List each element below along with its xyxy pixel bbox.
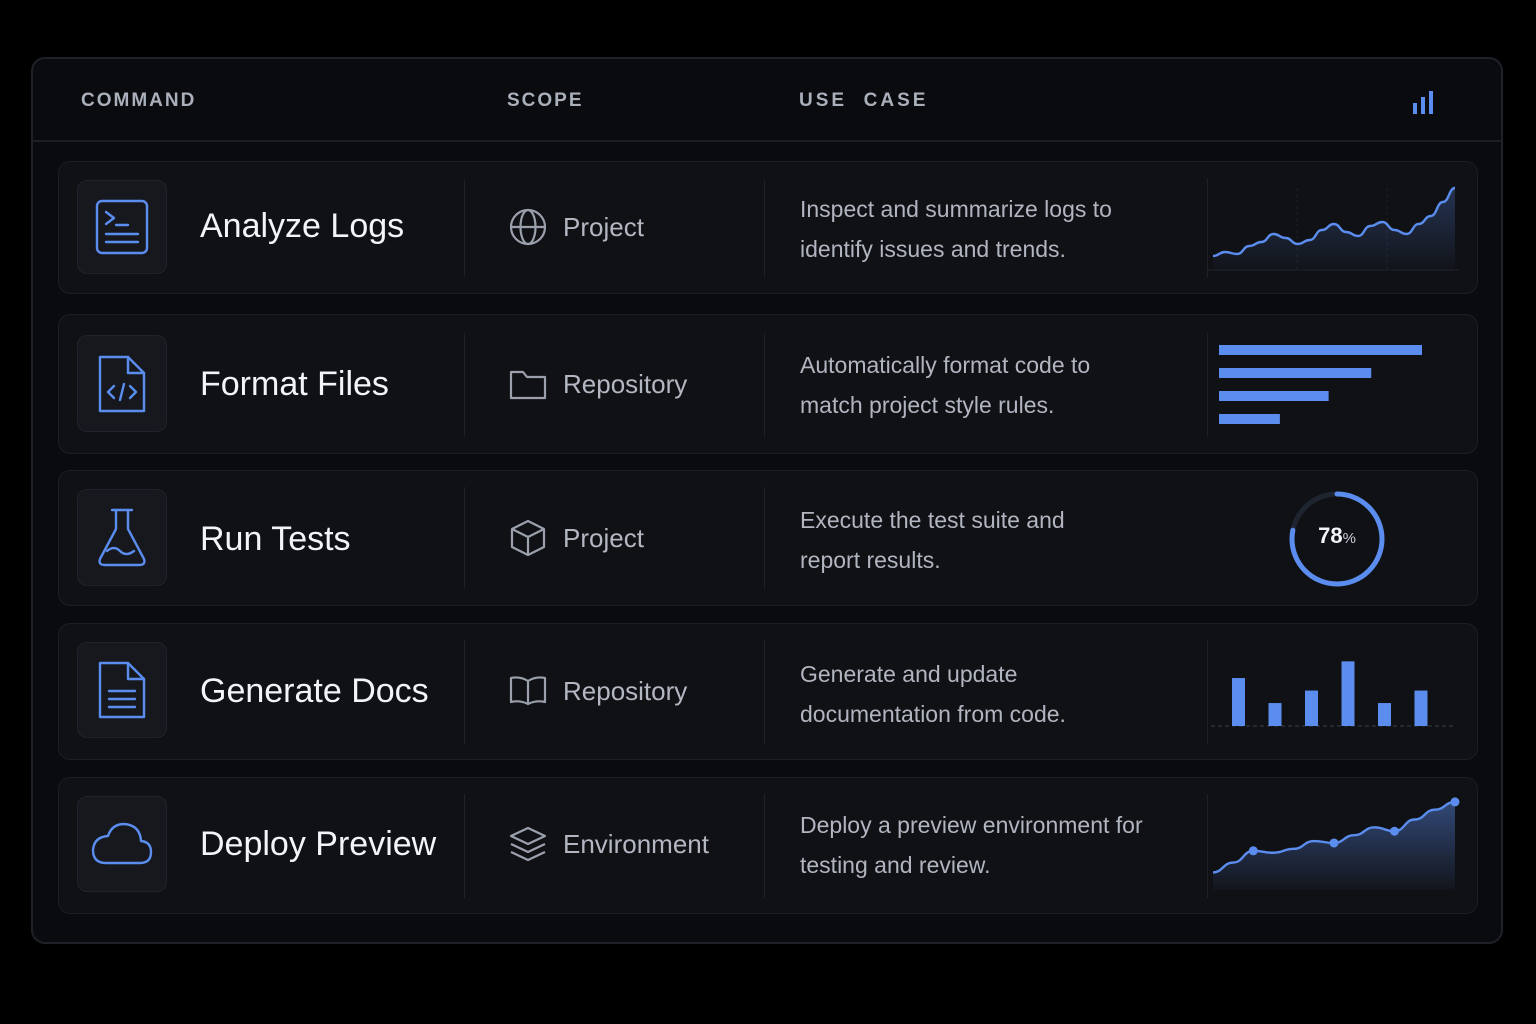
scope-label: Environment	[563, 828, 709, 859]
use-case-line: Generate and update	[800, 661, 1018, 687]
area-chart-point	[1450, 797, 1460, 807]
use-case-line: documentation from code.	[800, 701, 1066, 727]
column-divider	[764, 487, 765, 589]
folder-icon	[509, 365, 547, 403]
vbar-1	[1232, 678, 1245, 726]
cloud-icon	[77, 796, 167, 892]
layers-icon	[509, 825, 547, 863]
use-case-text: Inspect and summarize logs to identify i…	[800, 189, 1170, 269]
code-file-icon	[77, 335, 167, 432]
hbar-2	[1219, 368, 1372, 378]
use-case-text: Deploy a preview environment for testing…	[800, 805, 1190, 885]
vbar-6	[1414, 690, 1428, 726]
scope-cell: Repository	[509, 365, 687, 403]
horizontal-bar-chart	[1207, 333, 1467, 437]
document-icon	[77, 642, 167, 738]
table-row-deploy-preview[interactable]: Deploy Preview Environment Deploy a prev…	[58, 777, 1478, 914]
column-divider	[464, 640, 465, 744]
command-name: Format Files	[200, 365, 389, 403]
table-row-generate-docs[interactable]: Generate Docs Repository Generate and up…	[58, 623, 1478, 760]
use-case-line: Deploy a preview environment for	[800, 812, 1143, 838]
scope-cell: Project	[509, 519, 644, 557]
hbar-3	[1219, 391, 1329, 401]
hbar-4	[1219, 414, 1280, 424]
use-case-text: Generate and update documentation from c…	[800, 654, 1170, 734]
column-divider	[464, 180, 465, 277]
use-case-text: Automatically format code to match proje…	[800, 345, 1170, 425]
vbar-4	[1341, 661, 1355, 726]
scope-cell: Environment	[509, 825, 709, 863]
command-name: Generate Docs	[200, 672, 429, 710]
progress-value: 78	[1318, 523, 1343, 548]
hbar-1	[1219, 345, 1422, 355]
scope-cell: Repository	[509, 672, 687, 710]
command-table: COMMAND SCOPE USE CASE Analyze Logs Proj…	[31, 57, 1503, 944]
scope-label: Repository	[563, 368, 688, 399]
progress-label: 78%	[1207, 523, 1467, 549]
column-divider	[464, 794, 465, 898]
table-header: COMMAND SCOPE USE CASE	[33, 59, 1501, 142]
column-divider	[764, 333, 765, 437]
vertical-bar-chart	[1207, 640, 1467, 744]
command-name: Analyze Logs	[200, 207, 405, 245]
header-use-case: USE CASE	[799, 90, 929, 111]
book-icon	[509, 672, 547, 710]
progress-ring: 78%	[1207, 487, 1467, 591]
use-case-line: Automatically format code to	[800, 352, 1091, 378]
line-chart-area	[1213, 188, 1455, 270]
use-case-line: report results.	[800, 547, 941, 573]
header-scope: SCOPE	[507, 90, 584, 111]
use-case-line: match project style rules.	[800, 392, 1055, 418]
use-case-line: Execute the test suite and	[800, 507, 1065, 533]
column-divider	[764, 180, 765, 277]
progress-unit: %	[1342, 530, 1356, 547]
column-divider	[764, 640, 765, 744]
column-divider	[464, 487, 465, 589]
terminal-file-icon	[77, 180, 167, 274]
scope-label: Repository	[563, 675, 688, 706]
vbar-3	[1305, 690, 1318, 726]
column-divider	[764, 794, 765, 898]
command-name: Deploy Preview	[200, 825, 437, 863]
globe-icon	[509, 208, 547, 246]
line-chart	[1207, 178, 1467, 278]
command-name: Run Tests	[200, 520, 351, 558]
table-row-analyze-logs[interactable]: Analyze Logs Project Inspect and summari…	[58, 161, 1478, 294]
flask-icon	[77, 489, 167, 586]
table-row-format-files[interactable]: Format Files Repository Automatically fo…	[58, 314, 1478, 454]
scope-label: Project	[563, 211, 644, 242]
area-chart-point	[1329, 838, 1339, 848]
use-case-line: testing and review.	[800, 852, 991, 878]
cube-icon	[509, 519, 547, 557]
column-divider	[464, 333, 465, 437]
table-row-run-tests[interactable]: Run Tests Project Execute the test suite…	[58, 470, 1478, 606]
use-case-line: identify issues and trends.	[800, 236, 1066, 262]
bar-chart-icon[interactable]	[1411, 91, 1437, 115]
area-chart-point	[1390, 826, 1399, 836]
use-case-text: Execute the test suite and report result…	[800, 500, 1170, 580]
area-chart-point	[1248, 846, 1258, 856]
area-chart	[1207, 794, 1467, 898]
vbar-5	[1378, 703, 1391, 726]
use-case-line: Inspect and summarize logs to	[800, 196, 1112, 222]
header-command: COMMAND	[81, 90, 197, 111]
vbar-2	[1268, 703, 1282, 726]
scope-label: Project	[563, 522, 644, 553]
scope-cell: Project	[509, 208, 644, 246]
